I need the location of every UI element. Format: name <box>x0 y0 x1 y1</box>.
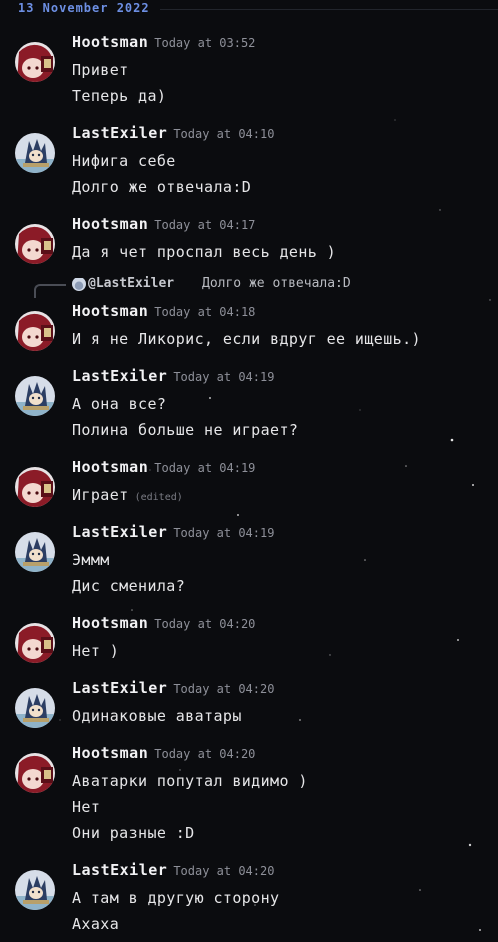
timestamp: Today at 04:20 <box>154 747 256 761</box>
author-name[interactable]: Hootsman Today at 04:20 <box>72 614 255 632</box>
message-content: Аватарки попутал видимо ) <box>72 772 308 790</box>
message-content: И я не Ликорис, если вдруг ее ищешь.) <box>72 330 421 348</box>
lastexiler-avatar[interactable] <box>15 870 55 910</box>
message-text: Нифига себе <box>72 152 176 170</box>
message-text: А она все? <box>72 395 166 413</box>
author-label[interactable]: Hootsman <box>72 302 148 320</box>
message-content: А там в другую сторону <box>72 889 280 907</box>
message-content: Дис сменила? <box>72 577 186 595</box>
author-name[interactable]: LastExiler Today at 04:19 <box>72 523 274 541</box>
author-name[interactable]: LastExiler Today at 04:20 <box>72 861 274 879</box>
reply-text[interactable]: Долго же отвечала:D <box>202 276 351 291</box>
timestamp: Today at 04:19 <box>173 370 275 384</box>
message-text: Ахаха <box>72 915 119 933</box>
author-name[interactable]: LastExiler Today at 04:10 <box>72 124 274 142</box>
message-content: А она все? <box>72 395 167 413</box>
author-name[interactable]: LastExiler Today at 04:20 <box>72 679 274 697</box>
message-text: А там в другую сторону <box>72 889 279 907</box>
message-content: Играет <box>72 486 129 504</box>
hootsman-avatar[interactable] <box>15 42 55 82</box>
timestamp: Today at 04:20 <box>173 682 275 696</box>
lastexiler-avatar[interactable] <box>15 688 55 728</box>
author-label[interactable]: Hootsman <box>72 33 148 51</box>
hootsman-avatar[interactable] <box>15 467 55 507</box>
message-content: Нифига себе <box>72 152 176 170</box>
message-content: Они разные :D <box>72 824 195 842</box>
author-name[interactable]: Hootsman Today at 04:17 <box>72 215 255 233</box>
message-text: Аватарки попутал видимо ) <box>72 772 308 790</box>
author-name[interactable]: Hootsman Today at 03:52 <box>72 33 255 51</box>
message-content: Полина больше не играет? <box>72 421 299 439</box>
date-separator: 13 November 2022 <box>18 1 150 15</box>
author-label[interactable]: Hootsman <box>72 744 148 762</box>
edited-label: (edited) <box>134 492 183 503</box>
timestamp: Today at 03:52 <box>154 36 256 50</box>
message-text: Нет <box>72 798 100 816</box>
reply-avatar <box>72 277 86 291</box>
message-content: Долго же отвечала:D <box>72 178 252 196</box>
message-text: Да я чет проспал весь день ) <box>72 243 336 261</box>
author-label[interactable]: LastExiler <box>72 861 167 879</box>
author-label[interactable]: Hootsman <box>72 458 148 476</box>
message-text: Дис сменила? <box>72 577 185 595</box>
author-label[interactable]: LastExiler <box>72 124 167 142</box>
message-content: Нет <box>72 798 101 816</box>
message-text: Нет ) <box>72 642 119 660</box>
hootsman-avatar[interactable] <box>15 623 55 663</box>
reply-connector <box>34 284 66 298</box>
timestamp: Today at 04:19 <box>173 526 275 540</box>
author-label[interactable]: Hootsman <box>72 215 148 233</box>
hootsman-avatar[interactable] <box>15 753 55 793</box>
lastexiler-avatar[interactable] <box>15 133 55 173</box>
message-text: Привет <box>72 61 129 79</box>
timestamp: Today at 04:17 <box>154 218 256 232</box>
message-content: Ахаха <box>72 915 120 933</box>
author-label[interactable]: Hootsman <box>72 614 148 632</box>
message-text: Они разные :D <box>72 824 195 842</box>
author-name[interactable]: LastExiler Today at 04:19 <box>72 367 274 385</box>
author-name[interactable]: Hootsman Today at 04:20 <box>72 744 255 762</box>
hootsman-avatar[interactable] <box>15 311 55 351</box>
timestamp: Today at 04:20 <box>173 864 275 878</box>
author-label[interactable]: LastExiler <box>72 523 167 541</box>
message-text: Играет (edited) <box>72 486 183 504</box>
author-name[interactable]: Hootsman Today at 04:18 <box>72 302 255 320</box>
timestamp: Today at 04:10 <box>173 127 275 141</box>
hootsman-avatar[interactable] <box>15 224 55 264</box>
message-text: Полина больше не играет? <box>72 421 298 439</box>
message-content: Да я чет проспал весь день ) <box>72 243 337 261</box>
author-label[interactable]: LastExiler <box>72 679 167 697</box>
message-content: Эммм <box>72 551 110 569</box>
message-content: Одинаковые аватары <box>72 707 242 725</box>
author-label[interactable]: LastExiler <box>72 367 167 385</box>
timestamp: Today at 04:19 <box>154 461 256 475</box>
message-content: Теперь да) <box>72 87 167 105</box>
message-text: Долго же отвечала:D <box>72 178 251 196</box>
author-name[interactable]: Hootsman Today at 04:19 <box>72 458 255 476</box>
message-text: Одинаковые аватары <box>72 707 242 725</box>
message-content: Нет ) <box>72 642 120 660</box>
timestamp: Today at 04:20 <box>154 617 256 631</box>
message-text: И я не Ликорис, если вдруг ее ищешь.) <box>72 330 421 348</box>
lastexiler-avatar[interactable] <box>15 376 55 416</box>
message-text: Эммм <box>72 551 110 569</box>
lastexiler-avatar[interactable] <box>15 532 55 572</box>
reply-username[interactable]: @LastExiler <box>88 276 174 291</box>
message-content: Привет <box>72 61 129 79</box>
timestamp: Today at 04:18 <box>154 305 256 319</box>
message-text: Теперь да) <box>72 87 166 105</box>
date-divider <box>160 9 498 10</box>
